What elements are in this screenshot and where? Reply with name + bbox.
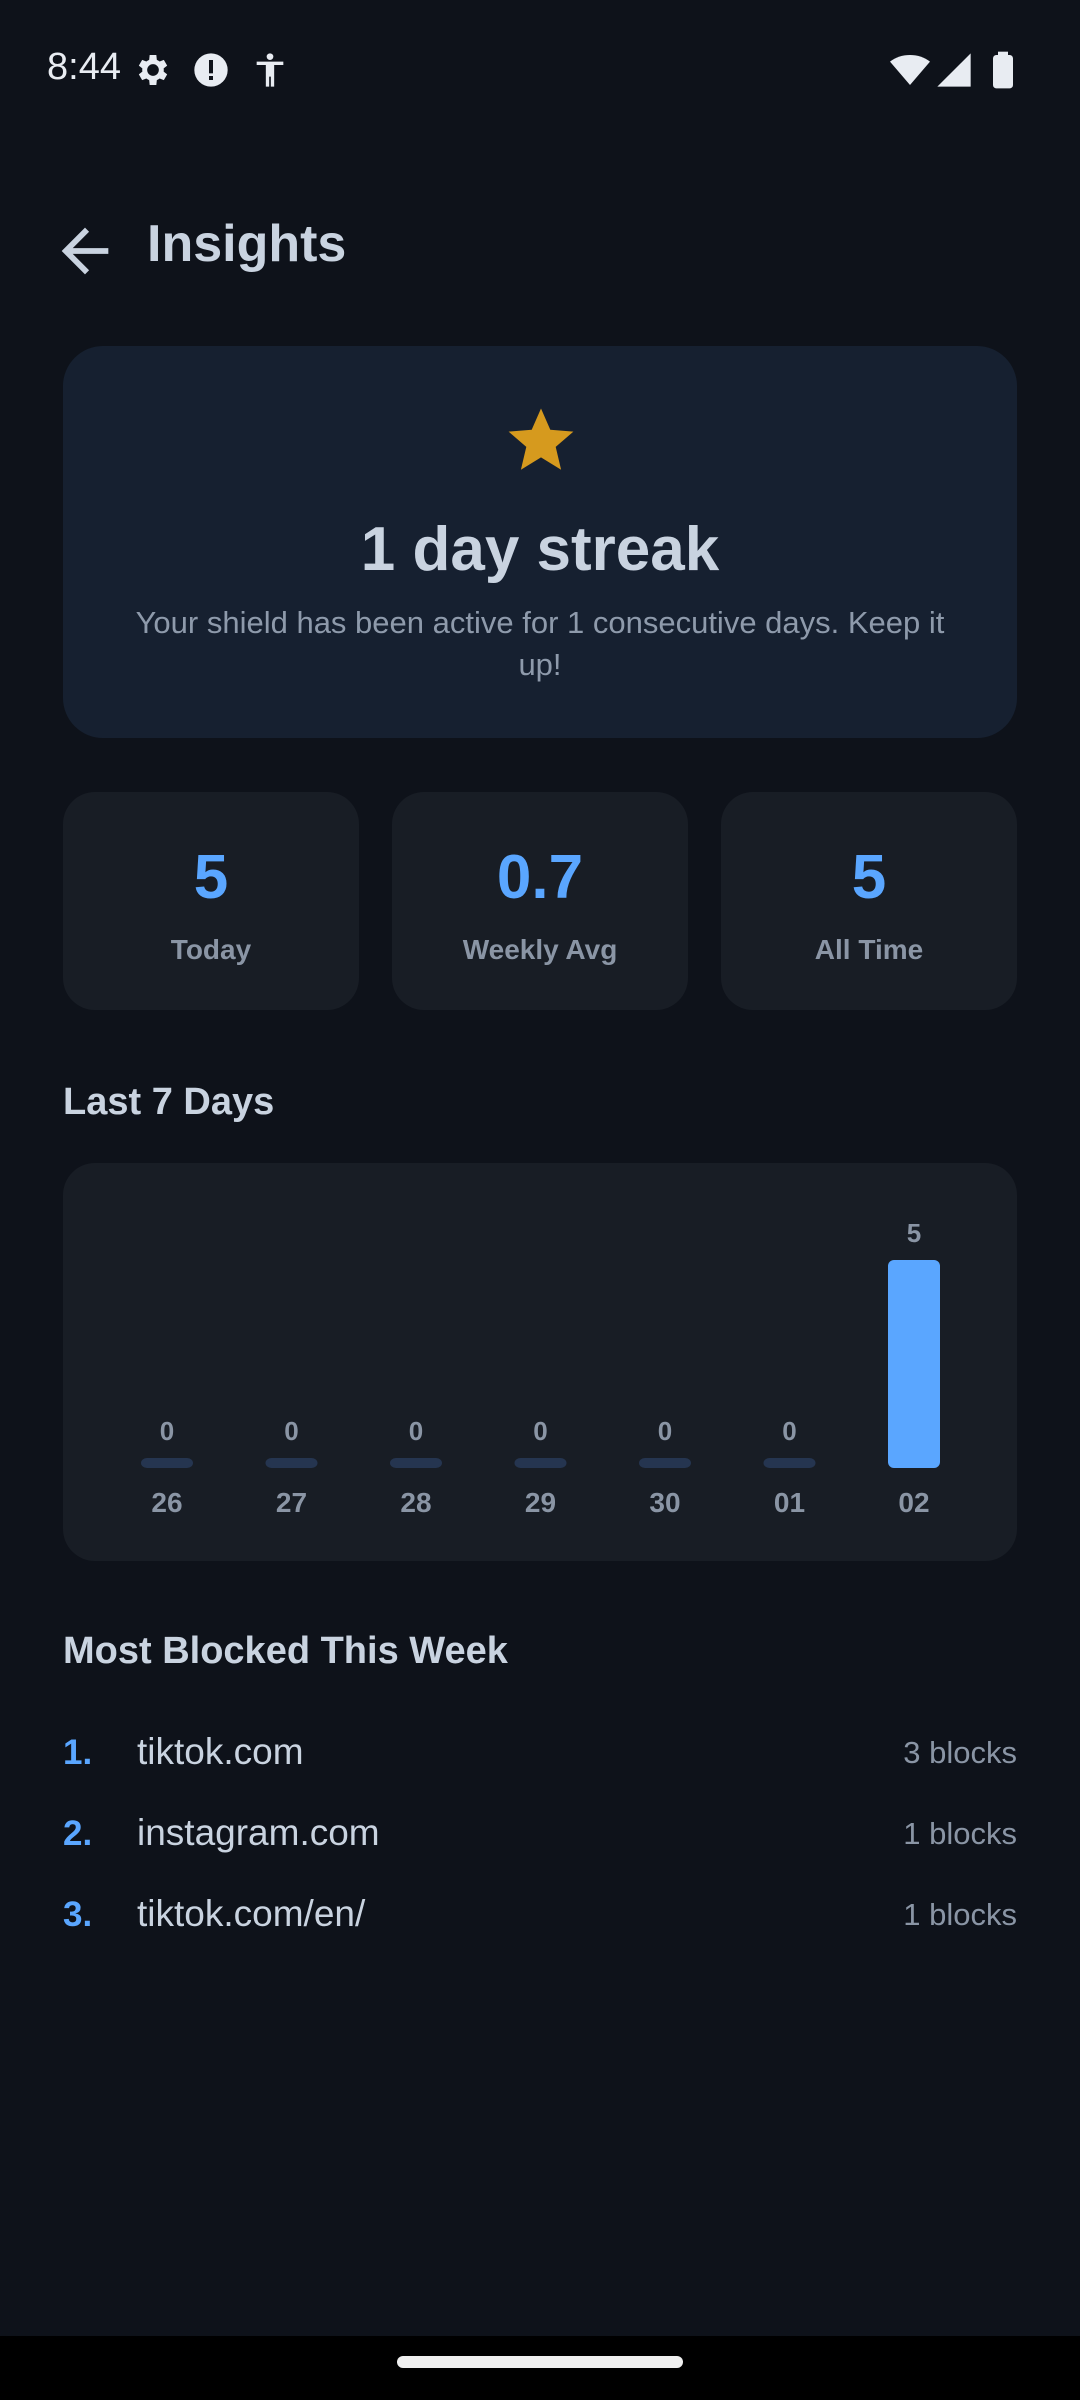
chart-data-label: 5 <box>907 1218 921 1248</box>
arrow-left-icon[interactable] <box>50 216 120 286</box>
cellular-signal-icon <box>937 53 971 87</box>
chart-tick-label: 26 <box>151 1487 182 1518</box>
chart-data-label: 0 <box>284 1416 298 1446</box>
stat-card-weekly-avg: 0.7 Weekly Avg <box>392 792 688 1010</box>
chart-tick-label: 29 <box>525 1487 556 1518</box>
alert-circle-icon <box>194 53 228 87</box>
chart-tick-label: 01 <box>774 1487 805 1518</box>
navigation-bar <box>0 2336 1080 2400</box>
streak-card: 1 day streak Your shield has been active… <box>63 346 1017 738</box>
stat-label: All Time <box>814 934 924 965</box>
list-item: 3. tiktok.com/en/ 1 blocks <box>63 1887 1017 1947</box>
chart-data-label: 0 <box>782 1416 796 1446</box>
list-domain: instagram.com <box>137 1812 380 1853</box>
home-indicator[interactable] <box>397 2356 683 2368</box>
chart-data-label: 0 <box>409 1416 423 1446</box>
stat-value: 5 <box>851 843 887 912</box>
chart-bar <box>888 1260 940 1468</box>
stat-label: Weekly Avg <box>462 934 618 965</box>
chart-bar <box>141 1458 193 1468</box>
chart-tick-label: 28 <box>400 1487 431 1518</box>
list-rank: 3. <box>63 1895 93 1934</box>
stat-value: 5 <box>193 843 229 912</box>
stat-label: Today <box>170 934 252 965</box>
list-count: 1 blocks <box>903 1897 1017 1932</box>
chart-data-label: 0 <box>658 1416 672 1446</box>
stat-card-today: 5 Today <box>63 792 359 1010</box>
accessibility-icon <box>256 53 284 87</box>
status-time: 8:44 <box>47 46 121 88</box>
battery-icon <box>993 51 1013 89</box>
chart-bar <box>390 1458 442 1468</box>
list-domain: tiktok.com/en/ <box>137 1893 366 1934</box>
list-rank: 1. <box>63 1733 93 1772</box>
app-bar: Insights <box>0 190 1080 300</box>
streak-title: 1 day streak <box>360 515 720 584</box>
status-bar: 8:44 <box>0 0 1080 136</box>
chart-data-label: 0 <box>533 1416 547 1446</box>
chart-data-label: 0 <box>160 1416 174 1446</box>
list-count: 1 blocks <box>903 1816 1017 1851</box>
stat-value: 0.7 <box>496 843 584 912</box>
page-title: Insights <box>147 215 347 273</box>
chart-tick-label: 02 <box>898 1487 929 1518</box>
chart-bar <box>265 1458 318 1468</box>
list-item: 1. tiktok.com 3 blocks <box>63 1725 1017 1785</box>
chart-bar <box>763 1458 816 1468</box>
chart-bar <box>514 1458 567 1468</box>
last-7-days-title: Last 7 Days <box>63 1081 275 1123</box>
stat-card-all-time: 5 All Time <box>721 792 1017 1010</box>
list-count: 3 blocks <box>903 1735 1017 1770</box>
list-domain: tiktok.com <box>137 1731 304 1772</box>
wifi-icon <box>890 55 930 85</box>
list-rank: 2. <box>63 1814 93 1853</box>
most-blocked-title: Most Blocked This Week <box>63 1630 508 1672</box>
bar-chart: 0 26 0 27 0 28 0 29 0 30 0 01 5 02 <box>141 1218 940 1518</box>
chart-bar <box>639 1458 691 1468</box>
gear-icon <box>138 55 168 85</box>
chart-card: 0 26 0 27 0 28 0 29 0 30 0 01 5 02 <box>63 1163 1017 1561</box>
list-item: 2. instagram.com 1 blocks <box>63 1806 1017 1866</box>
chart-tick-label: 27 <box>276 1487 307 1518</box>
star-icon <box>508 408 574 470</box>
chart-tick-label: 30 <box>649 1487 680 1518</box>
streak-subtitle: Your shield has been active for 1 consec… <box>135 605 945 682</box>
